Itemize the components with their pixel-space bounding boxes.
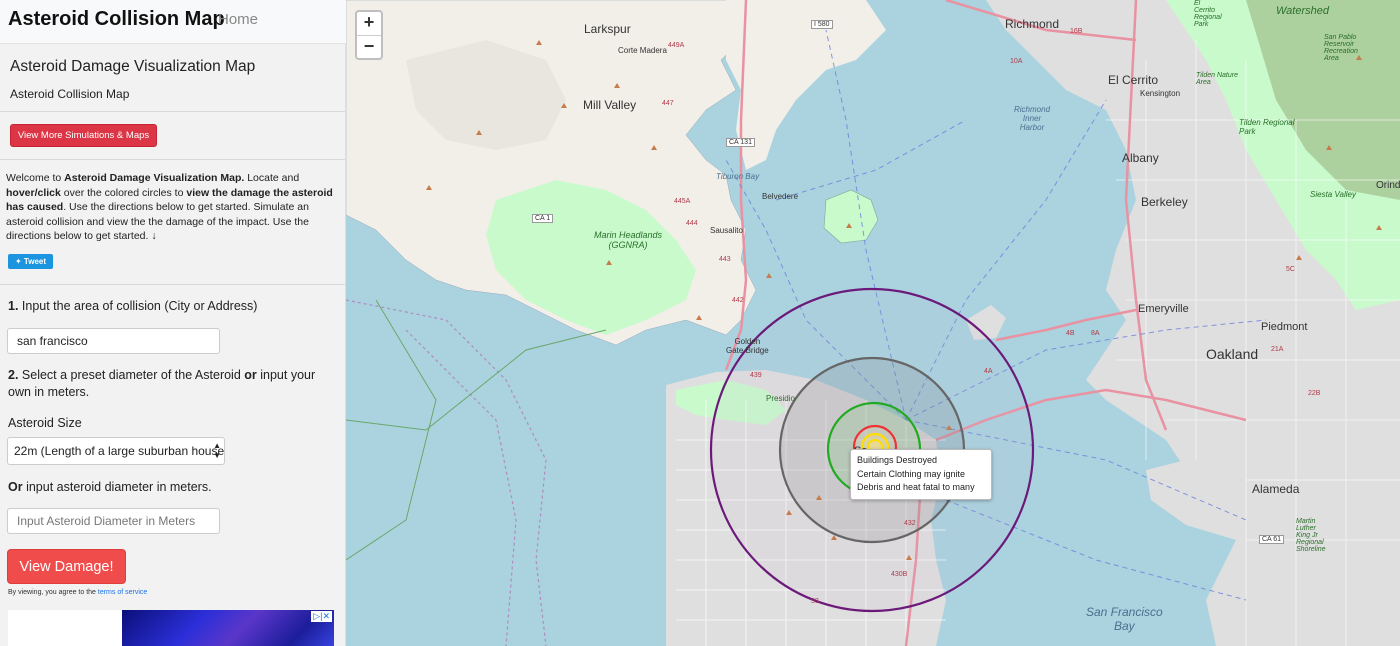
road-label-430b: 430B [891,571,908,578]
map-label-golden-gate-bridge: Golden Gate Bridge [726,337,769,355]
road-label-439: 439 [750,372,762,379]
sidebar-title: Asteroid Damage Visualization Map [10,58,256,75]
tooltip-line: Debris and heat fatal to many [857,482,975,492]
ad-image[interactable] [122,610,334,646]
zoom-out-button[interactable]: − [357,36,381,59]
road-label-ca131: CA 131 [726,138,755,147]
tooltip-line: Certain Clothing may ignite [857,468,966,479]
map-label-siesta-valley: Siesta Valley [1310,190,1356,199]
road-label-444: 444 [686,220,698,227]
map-label-watershed: Watershed [1276,5,1329,17]
road-label-447: 447 [662,100,674,107]
map-label-presidio: Presidio [766,394,795,403]
road-label-16b: 16B [1070,28,1083,35]
map-label-alameda: Alameda [1252,482,1300,496]
road-label-449a: 449A [668,42,685,49]
map-label-san-pablo: San Pablo Reservoir Recreation Area [1324,34,1358,62]
brand-title[interactable]: Asteroid Collision Map [8,8,225,31]
road-label-4a: 4A [984,368,993,375]
damage-tooltip: Buildings Destroyed Certain Clothing may… [850,449,992,500]
welcome-text: Welcome to Asteroid Damage Visualization… [6,172,333,242]
map-label-tilden-nature: Tilden Nature Area [1196,72,1238,86]
map-label-cerrito-park: El Cerrito Regional Park [1194,0,1222,28]
road-label-21a: 21A [1271,346,1284,353]
tooltip-line: Buildings Destroyed [857,455,938,465]
terms-notice: By viewing, you agree to the terms of se… [8,589,148,596]
road-label-443: 443 [719,256,731,263]
road-label-445a: 445A [674,198,691,205]
road-label-22b: 22B [1308,390,1321,397]
map-label-larkspur: Larkspur [584,22,631,36]
map-label-sf-bay: San Francisco Bay [1086,605,1163,633]
road-label-4b: 4B [1066,330,1075,337]
sidebar: Asteroid Damage Visualization Map Astero… [0,44,346,646]
road-label-i580: I 580 [811,20,833,29]
road-label-5c: 5C [1286,266,1295,273]
step-1-label: 1. Input the area of collision (City or … [8,299,258,313]
zoom-in-button[interactable]: + [357,12,381,36]
advertisement[interactable]: ▷|✕ [8,610,334,646]
map-label-tilden: Tilden Regional Park [1239,118,1295,136]
map-label-richmond-harbor: Richmond Inner Harbor [1014,105,1051,132]
map-label-kensington: Kensington [1140,89,1181,98]
divider [0,111,345,112]
asteroid-size-label: Asteroid Size [8,416,82,430]
tweet-button[interactable]: ✦ Tweet [8,254,53,269]
top-navbar: Asteroid Collision Map Home [0,0,346,44]
road-label-53: 53 [811,598,819,605]
zoom-control: + − [355,10,383,60]
select-arrows-icon: ▲ ▼ [213,441,221,460]
asteroid-size-select[interactable]: 22m (Length of a large suburban house) ▲… [7,437,225,465]
divider [0,284,345,285]
map-label-emeryville: Emeryville [1138,303,1189,315]
map-label-el-cerrito: El Cerrito [1108,73,1159,87]
map-label-marin-headlands: Marin Headlands (GGNRA) [594,230,663,250]
road-label-442: 442 [732,297,744,304]
asteroid-size-selected: 22m (Length of a large suburban house) [14,444,225,458]
city-address-input[interactable] [7,328,220,354]
road-label-ca1: CA 1 [532,214,554,223]
divider [0,159,345,160]
or-input-label: Or input asteroid diameter in meters. [8,480,212,494]
map-label-sausalito: Sausalito [710,226,743,235]
map-label-richmond: Richmond [1005,17,1060,31]
view-more-simulations-button[interactable]: View More Simulations & Maps [10,124,157,147]
ad-choices-icon[interactable]: ▷|✕ [311,611,332,622]
terms-of-service-link[interactable]: terms of service [98,589,147,596]
view-damage-button[interactable]: View Damage! [7,549,126,584]
twitter-bird-icon: ✦ [14,257,24,266]
map-label-orinda: Orinda [1376,180,1400,191]
sidebar-subtitle: Asteroid Collision Map [10,87,130,101]
map-label-tiburon-bay: Tiburon Bay [716,172,760,181]
map-label-mill-valley: Mill Valley [583,98,637,112]
map-tiles [346,0,1400,646]
asteroid-diameter-input[interactable] [7,508,220,534]
map-view[interactable]: Larkspur Corte Madera Mill Valley Richmo… [346,0,1400,646]
map-label-albany: Albany [1122,151,1159,165]
road-label-10a: 10A [1010,58,1023,65]
map-label-piedmont: Piedmont [1261,321,1308,333]
map-label-berkeley: Berkeley [1141,195,1188,209]
map-label-mlk-shoreline: Martin Luther King Jr Regional Shoreline [1296,518,1326,553]
map-label-belvedere: Belvedere [762,192,799,201]
home-link[interactable]: Home [218,11,258,28]
road-label-8a: 8A [1091,330,1100,337]
step-2-label: 2. Select a preset diameter of the Aster… [8,368,316,399]
road-label-ca61: CA 61 [1259,535,1285,544]
map-label-oakland: Oakland [1206,346,1259,362]
road-label-432: 432 [904,520,916,527]
map-label-corte-madera: Corte Madera [618,46,667,55]
